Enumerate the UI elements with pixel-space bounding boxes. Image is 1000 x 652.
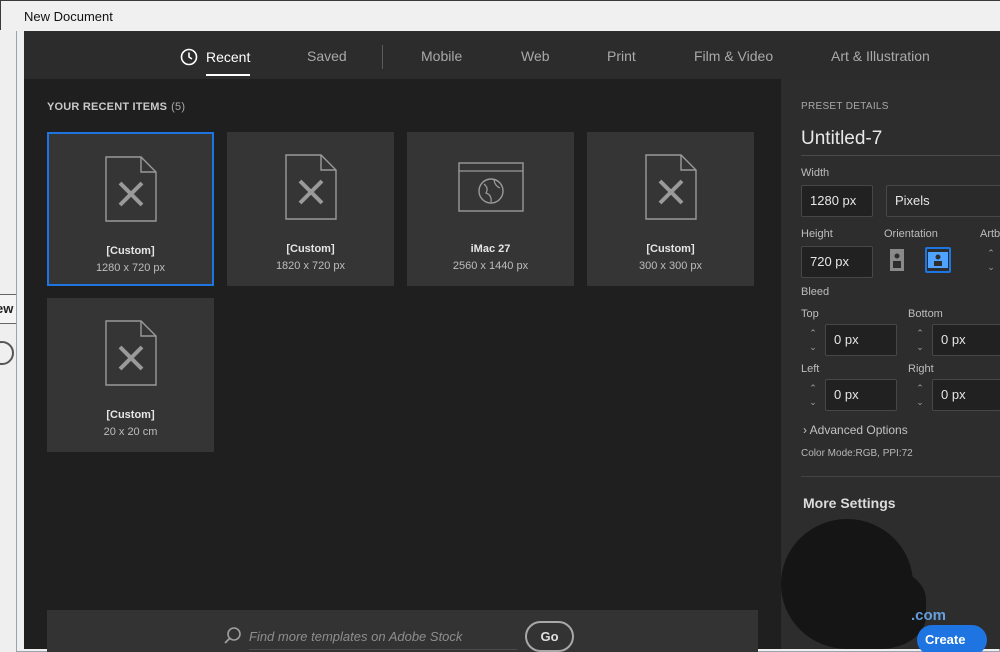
document-ruler-icon: [104, 156, 157, 222]
background-circle-icon: [0, 341, 14, 365]
chevron-up-icon[interactable]: ⌃: [909, 381, 931, 395]
chevron-down-icon[interactable]: ⌄: [802, 340, 824, 354]
chevron-up-icon[interactable]: ⌃: [980, 246, 1000, 260]
width-label: Width: [801, 167, 830, 179]
recent-item-card[interactable]: [Custom] 300 x 300 px: [587, 132, 754, 286]
recent-item-name: [Custom]: [106, 409, 155, 421]
chevron-down-icon[interactable]: ⌄: [980, 260, 1000, 274]
new-document-dialog: Recent Saved Mobile Web Print Film & Vid…: [24, 31, 1000, 652]
preset-details-heading: PRESET DETAILS: [801, 101, 889, 112]
preset-details-panel: PRESET DETAILS Untitled-7 Width 1280 px …: [781, 79, 1000, 652]
document-ruler-icon: [644, 154, 697, 220]
color-mode-summary: Color Mode:RGB, PPI:72: [801, 448, 913, 459]
bleed-left-label: Left: [801, 363, 820, 375]
background-app-strip: ew: [0, 30, 17, 652]
tab-print[interactable]: Print: [607, 48, 636, 64]
height-label: Height: [801, 228, 833, 240]
recent-item-dims: 1820 x 720 px: [275, 260, 346, 272]
bleed-bottom-label: Bottom: [908, 308, 943, 320]
recent-heading-label: YOUR RECENT ITEMS: [47, 101, 168, 113]
tab-recent-label: Recent: [206, 49, 251, 65]
chevron-up-icon[interactable]: ⌃: [802, 326, 824, 340]
recent-item-name: [Custom]: [286, 243, 335, 255]
section-divider: [801, 476, 1000, 477]
recent-items-heading: YOUR RECENT ITEMS (5): [47, 101, 185, 113]
tab-divider: [382, 45, 383, 69]
recent-item-name: [Custom]: [646, 243, 695, 255]
tab-web[interactable]: Web: [521, 48, 550, 64]
recent-item-card[interactable]: iMac 27 2560 x 1440 px: [407, 132, 574, 286]
search-icon: [224, 627, 241, 644]
active-tab-underline: [206, 74, 251, 76]
bleed-right-stepper[interactable]: ⌃ ⌄: [909, 381, 931, 413]
landscape-orientation-button[interactable]: [925, 247, 951, 273]
bleed-right-input[interactable]: 0 px: [932, 379, 1000, 411]
go-button[interactable]: Go: [525, 621, 574, 652]
recent-item-name: [Custom]: [106, 245, 155, 257]
recent-count: (5): [171, 101, 186, 113]
chevron-up-icon[interactable]: ⌃: [802, 381, 824, 395]
recent-item-dims: 300 x 300 px: [639, 260, 702, 272]
stock-search-input[interactable]: [249, 624, 517, 650]
clock-icon: [180, 48, 198, 66]
bleed-label: Bleed: [801, 286, 830, 298]
stock-search-bar: Go: [47, 610, 758, 652]
background-fragment-text: ew: [0, 294, 17, 324]
advanced-options-toggle[interactable]: › Advanced Options: [803, 423, 908, 437]
recent-item-card[interactable]: [Custom] 20 x 20 cm: [47, 298, 214, 452]
recent-item-dims: 2560 x 1440 px: [452, 260, 529, 272]
new-document-window: New Document Recent Saved Mobile Web Pri…: [1, 1, 1000, 652]
units-select[interactable]: Pixels: [886, 185, 1000, 217]
orientation-label: Orientation: [884, 228, 938, 240]
tab-mobile[interactable]: Mobile: [421, 48, 462, 64]
tab-art-illustration[interactable]: Art & Illustration: [831, 48, 930, 64]
chevron-down-icon[interactable]: ⌄: [909, 340, 931, 354]
bleed-top-input[interactable]: 0 px: [825, 324, 897, 356]
document-ruler-icon: [284, 154, 337, 220]
bleed-bottom-stepper[interactable]: ⌃ ⌄: [909, 326, 931, 358]
redaction-blot: [811, 567, 926, 649]
title-bar[interactable]: New Document: [1, 1, 1000, 31]
landscape-icon: [928, 252, 948, 268]
bleed-right-label: Right: [908, 363, 934, 375]
bleed-left-stepper[interactable]: ⌃ ⌄: [802, 381, 824, 413]
document-ruler-icon: [104, 320, 157, 386]
artboards-label: Artb: [980, 228, 1000, 240]
bleed-left-input[interactable]: 0 px: [825, 379, 897, 411]
portrait-icon: [890, 249, 904, 271]
bleed-top-label: Top: [801, 308, 819, 320]
create-button[interactable]: Create: [917, 625, 987, 652]
chevron-down-icon[interactable]: ⌄: [909, 395, 931, 409]
preset-name-underline: [801, 155, 1000, 156]
browser-globe-icon: [457, 162, 524, 212]
advanced-options-label: Advanced Options: [809, 423, 908, 437]
tab-recent[interactable]: Recent: [180, 48, 251, 76]
recent-items-panel: YOUR RECENT ITEMS (5) [Custom] 1280 x 720…: [24, 79, 781, 652]
preset-name-field[interactable]: Untitled-7: [801, 128, 882, 150]
height-input[interactable]: 720 px: [801, 246, 873, 278]
portrait-orientation-button[interactable]: [884, 247, 910, 273]
recent-item-dims: 1280 x 720 px: [95, 262, 166, 274]
tab-film-video[interactable]: Film & Video: [694, 48, 773, 64]
more-settings-button[interactable]: More Settings: [803, 495, 896, 511]
width-input[interactable]: 1280 px: [801, 185, 873, 217]
recent-item-name: iMac 27: [470, 243, 511, 255]
category-tabs: Recent Saved Mobile Web Print Film & Vid…: [24, 31, 1000, 79]
recent-item-card[interactable]: [Custom] 1280 x 720 px: [47, 132, 214, 286]
chevron-right-icon: ›: [803, 423, 807, 437]
artboards-stepper[interactable]: ⌃ ⌄: [980, 246, 1000, 278]
window-title: New Document: [24, 9, 113, 24]
chevron-down-icon[interactable]: ⌄: [802, 395, 824, 409]
tab-saved[interactable]: Saved: [307, 48, 347, 64]
recent-item-card[interactable]: [Custom] 1820 x 720 px: [227, 132, 394, 286]
chevron-up-icon[interactable]: ⌃: [909, 326, 931, 340]
recent-item-dims: 20 x 20 cm: [103, 426, 158, 438]
bleed-bottom-input[interactable]: 0 px: [932, 324, 1000, 356]
bleed-top-stepper[interactable]: ⌃ ⌄: [802, 326, 824, 358]
watermark-text: .com: [911, 607, 947, 624]
